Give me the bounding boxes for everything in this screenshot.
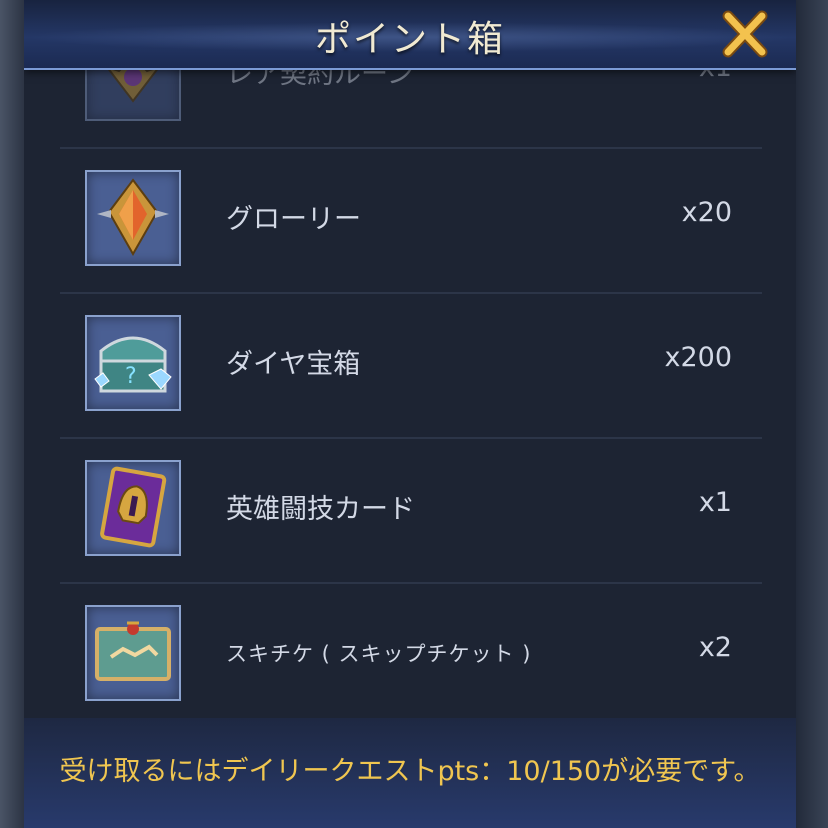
reward-quantity: x200 — [664, 342, 732, 373]
reward-list[interactable]: レア契約ルーン x1 グローリー x20 ? — [24, 0, 796, 729]
point-box-panel: レア契約ルーン x1 グローリー x20 ? — [24, 0, 796, 828]
reward-row: スキチケ ( スキップチケット ) x2 — [60, 582, 762, 729]
backdrop-right — [796, 0, 828, 828]
reward-quantity: x20 — [681, 197, 732, 228]
svg-text:?: ? — [125, 364, 137, 389]
hero-arena-card-icon — [85, 460, 181, 556]
requirement-text: 受け取るにはデイリークエストpts：10/150が必要です。 — [59, 756, 761, 787]
reward-name: グローリー — [226, 204, 361, 235]
reward-row: 英雄闘技カード x1 — [60, 437, 762, 584]
reward-quantity: x2 — [698, 632, 732, 663]
close-button[interactable] — [720, 10, 770, 58]
reward-quantity: x1 — [698, 487, 732, 518]
glory-crystal-icon — [85, 170, 181, 266]
skip-ticket-icon — [85, 605, 181, 701]
close-x-icon — [722, 10, 768, 58]
requirement-footer: 受け取るにはデイリークエストpts：10/150が必要です。 — [24, 718, 796, 828]
reward-name: ダイヤ宝箱 — [226, 349, 361, 380]
page-title: ポイント箱 — [314, 19, 505, 60]
backdrop-left — [0, 0, 24, 828]
reward-row: ? ダイヤ宝箱 x200 — [60, 292, 762, 439]
reward-name: スキチケ ( スキップチケット ) — [226, 642, 532, 666]
reward-name: 英雄闘技カード — [226, 494, 415, 525]
reward-row: グローリー x20 — [60, 147, 762, 294]
panel-header: ポイント箱 — [24, 0, 796, 70]
diamond-chest-icon: ? — [85, 315, 181, 411]
